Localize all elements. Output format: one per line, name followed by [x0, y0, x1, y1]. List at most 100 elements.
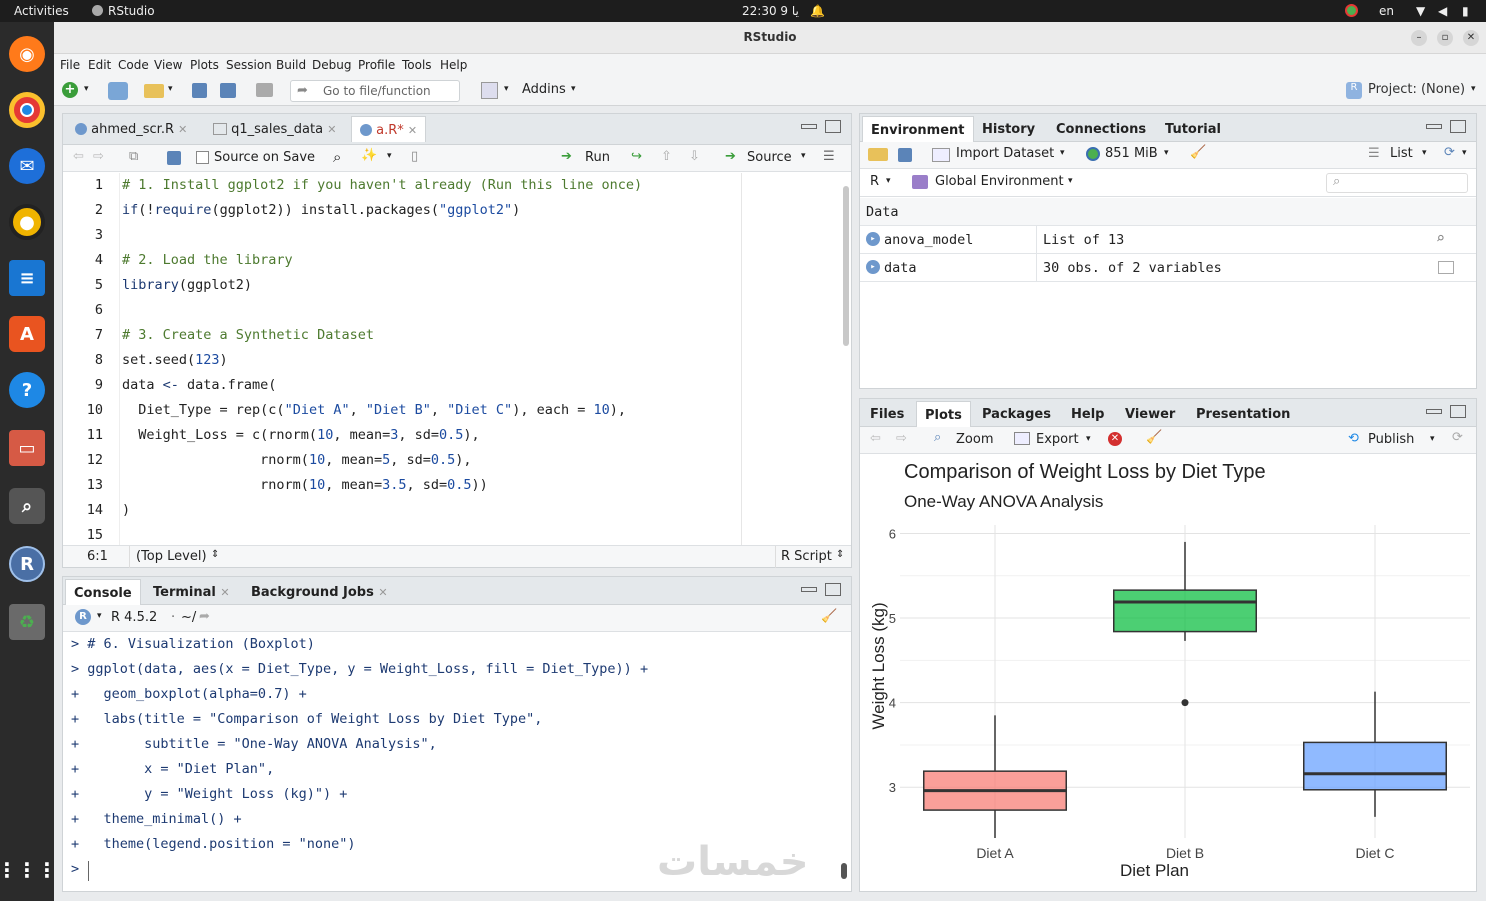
save-all-icon[interactable]	[220, 83, 236, 98]
save-icon[interactable]	[167, 151, 181, 165]
tab-packages[interactable]: Packages	[974, 401, 1059, 427]
menu-build[interactable]: Build	[276, 58, 306, 72]
run-arrow-icon[interactable]: ➔	[561, 149, 572, 164]
tab-a-r[interactable]: a.R* ✕	[351, 116, 427, 142]
menu-view[interactable]: View	[154, 58, 182, 72]
tab-terminal[interactable]: Terminal ✕	[145, 579, 238, 605]
export-button[interactable]: Export	[1036, 432, 1079, 447]
minimize-pane-icon[interactable]	[801, 124, 817, 129]
open-folder-icon[interactable]	[144, 84, 164, 98]
menu-plots[interactable]: Plots	[190, 58, 219, 72]
firefox-icon[interactable]: ◉	[9, 36, 45, 72]
chevron-down-icon[interactable]: ▾	[1164, 148, 1169, 158]
clock[interactable]: 22:30 يا 9	[742, 4, 799, 18]
outline-icon[interactable]: ☰	[823, 149, 835, 164]
broom-icon[interactable]: 🧹	[1190, 145, 1206, 160]
maximize-pane-icon[interactable]	[1450, 120, 1466, 133]
close-icon[interactable]: ✕	[408, 124, 417, 137]
expand-icon[interactable]: ▸	[866, 232, 880, 246]
tab-background-jobs[interactable]: Background Jobs ✕	[243, 579, 396, 605]
env-row-data[interactable]: ▸ data 30 obs. of 2 variables	[860, 254, 1476, 282]
save-workspace-icon[interactable]	[898, 148, 912, 162]
publish-button[interactable]: Publish	[1368, 432, 1414, 447]
bell-icon[interactable]: 🔔	[810, 4, 825, 18]
menu-edit[interactable]: Edit	[88, 58, 111, 72]
forward-arrow-icon[interactable]: ⇨	[896, 431, 907, 446]
tab-console[interactable]: Console	[65, 579, 141, 605]
chevron-down-icon[interactable]: ▾	[387, 151, 392, 161]
activities-button[interactable]: Activities	[14, 4, 69, 18]
table-view-icon[interactable]	[1438, 261, 1454, 274]
load-workspace-icon[interactable]	[868, 148, 888, 161]
refresh-icon[interactable]: ⟳	[1452, 430, 1463, 445]
chrome-tray-icon[interactable]	[1345, 4, 1358, 17]
maximize-pane-icon[interactable]	[825, 583, 841, 596]
editor-scrollbar[interactable]	[843, 186, 849, 346]
clear-console-icon[interactable]: 🧹	[821, 609, 837, 624]
save-icon[interactable]	[192, 83, 207, 98]
menu-help[interactable]: Help	[440, 58, 467, 72]
env-search-input[interactable]: ⌕	[1326, 173, 1468, 193]
tab-viewer[interactable]: Viewer	[1117, 401, 1183, 427]
compile-report-icon[interactable]: ▯	[411, 149, 418, 164]
minimize-button[interactable]: –	[1411, 30, 1427, 46]
close-icon[interactable]: ✕	[378, 586, 387, 599]
battery-icon[interactable]: ▮	[1462, 4, 1469, 18]
menu-file[interactable]: File	[60, 58, 80, 72]
search-icon[interactable]: ⌕	[333, 148, 341, 166]
chevron-down-icon[interactable]: ▾	[84, 84, 89, 94]
view-mode-selector[interactable]: List	[1390, 146, 1413, 161]
memory-usage[interactable]: 851 MiB	[1105, 146, 1158, 161]
import-dataset-button[interactable]: Import Dataset	[956, 146, 1054, 161]
chevron-down-icon[interactable]: ▾	[886, 176, 891, 186]
tab-files[interactable]: Files	[862, 401, 912, 427]
writer-icon[interactable]: ≡	[9, 260, 45, 296]
rstudio-dock-icon[interactable]: R	[9, 546, 45, 582]
chevron-down-icon[interactable]: ▾	[1060, 148, 1065, 158]
chevron-down-icon[interactable]: ▾	[504, 84, 509, 94]
tab-ahmed-scr[interactable]: ahmed_scr.R ✕	[67, 116, 195, 142]
env-row-anova-model[interactable]: ▸ anova_model List of 13 ⌕	[860, 226, 1476, 254]
chevron-down-icon[interactable]: ▾	[1422, 148, 1427, 158]
back-arrow-icon[interactable]: ⇦	[870, 431, 881, 446]
project-menu[interactable]: Project: (None)	[1368, 82, 1465, 97]
chevron-down-icon[interactable]: ▾	[1068, 176, 1073, 186]
menu-code[interactable]: Code	[118, 58, 149, 72]
trash-icon[interactable]: ♻	[9, 604, 45, 640]
tab-history[interactable]: History	[974, 116, 1043, 142]
scope-selector[interactable]: (Top Level)	[136, 549, 207, 564]
tab-help[interactable]: Help	[1063, 401, 1112, 427]
tab-environment[interactable]: Environment	[862, 116, 974, 142]
help-icon[interactable]: ?	[9, 372, 45, 408]
code-editor[interactable]: 1 # 1. Install ggplot2 if you haven't alr…	[63, 173, 839, 545]
volume-icon[interactable]: ◀	[1438, 4, 1447, 18]
chevron-down-icon[interactable]: ▾	[1086, 434, 1091, 444]
go-to-directory-icon[interactable]: ➦	[199, 609, 210, 624]
remove-plot-icon[interactable]: ✕	[1108, 432, 1122, 446]
zoom-button[interactable]: Zoom	[956, 432, 993, 447]
menu-tools[interactable]: Tools	[402, 58, 432, 72]
source-arrow-icon[interactable]: ➔	[725, 149, 736, 164]
new-file-icon[interactable]: +	[62, 82, 78, 98]
maximize-button[interactable]: ▫	[1437, 30, 1453, 46]
file-type-selector[interactable]: R Script	[781, 549, 832, 564]
broom-icon[interactable]: 🧹	[1146, 430, 1162, 445]
maximize-pane-icon[interactable]	[1450, 405, 1466, 418]
chevron-down-icon[interactable]: ▾	[1430, 434, 1435, 444]
minimize-pane-icon[interactable]	[1426, 409, 1442, 414]
image-viewer-icon[interactable]: ⌕	[9, 488, 45, 524]
chevron-down-icon[interactable]: ▾	[1462, 148, 1467, 158]
tab-plots[interactable]: Plots	[916, 401, 971, 427]
menu-profile[interactable]: Profile	[358, 58, 395, 72]
menu-debug[interactable]: Debug	[312, 58, 351, 72]
source-on-save-checkbox[interactable]	[196, 151, 209, 164]
up-arrow-icon[interactable]: ⇧	[661, 149, 672, 164]
new-project-icon[interactable]	[108, 82, 128, 100]
go-to-file-input[interactable]: ➦ Go to file/function	[290, 80, 460, 102]
app-center-icon[interactable]: A	[9, 316, 45, 352]
show-in-window-icon[interactable]: ⧉	[129, 149, 138, 164]
source-button[interactable]: Source	[747, 150, 792, 165]
language-indicator[interactable]: en	[1379, 4, 1394, 18]
minimize-pane-icon[interactable]	[801, 587, 817, 592]
refresh-icon[interactable]: ⟳	[1444, 145, 1455, 160]
